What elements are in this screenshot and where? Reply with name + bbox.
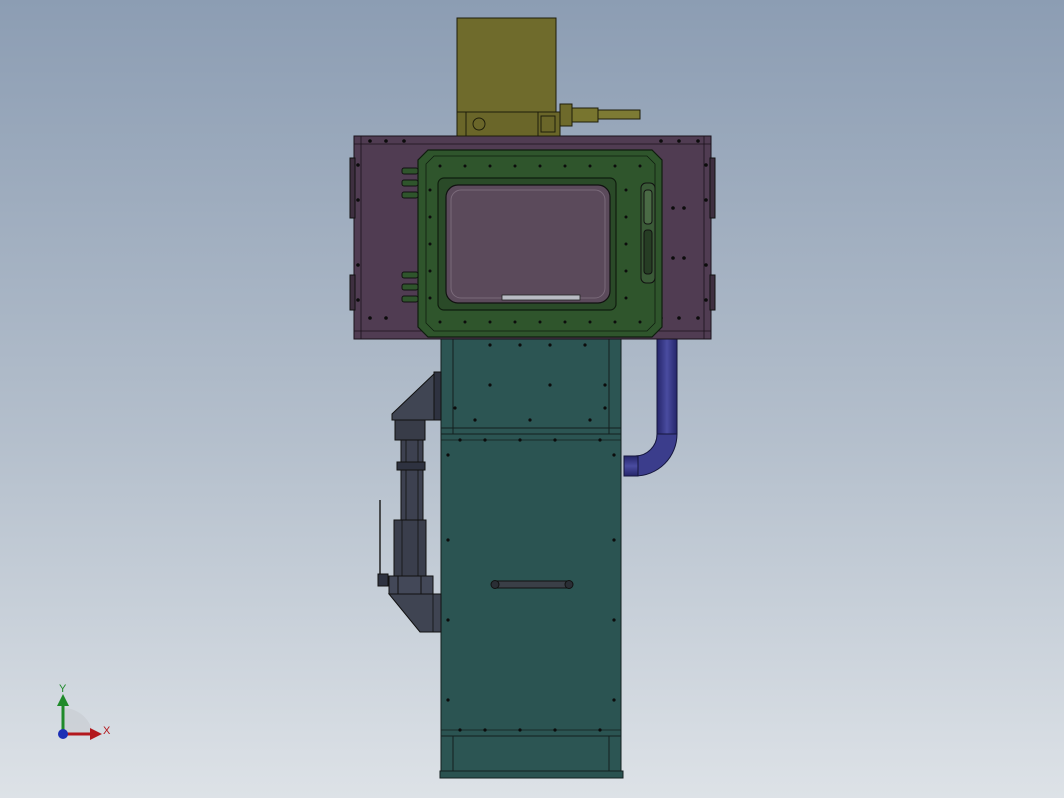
y-axis-label: Y	[59, 683, 67, 695]
bolt	[603, 406, 607, 410]
lower-column[interactable]	[439, 337, 624, 779]
bolt	[438, 164, 442, 168]
bolt	[356, 198, 360, 202]
bolt	[548, 343, 552, 347]
bolt	[704, 263, 708, 267]
bolt	[588, 418, 592, 422]
bolt	[624, 188, 628, 192]
bolt	[483, 438, 487, 442]
cad-model-drawing: Y X	[57, 17, 716, 779]
bolt	[446, 698, 450, 702]
column-handle[interactable]	[490, 580, 574, 589]
bolt	[613, 164, 617, 168]
bolt	[638, 320, 642, 324]
door-latch[interactable]	[640, 182, 656, 284]
bolt	[603, 383, 607, 387]
motor-shaft	[559, 103, 641, 127]
bolt	[384, 316, 388, 320]
bolt	[612, 538, 616, 542]
bolt	[438, 320, 442, 324]
bolt	[518, 343, 522, 347]
bolt	[483, 728, 487, 732]
bolt	[368, 316, 372, 320]
bolt	[488, 164, 492, 168]
bolt	[638, 164, 642, 168]
bolt	[704, 163, 708, 167]
bolt	[659, 139, 663, 143]
bolt	[563, 164, 567, 168]
bolt	[513, 164, 517, 168]
bolt	[458, 728, 462, 732]
bolt	[624, 242, 628, 246]
bolt	[463, 320, 467, 324]
bolt	[548, 383, 552, 387]
bolt	[696, 139, 700, 143]
bolt	[428, 188, 432, 192]
bolt	[513, 320, 517, 324]
bolt	[563, 320, 567, 324]
bolt	[446, 538, 450, 542]
bolt	[588, 164, 592, 168]
bolt	[671, 256, 675, 260]
bolt	[428, 242, 432, 246]
bolt	[624, 269, 628, 273]
bolt	[384, 139, 388, 143]
bolt	[538, 320, 542, 324]
bolt	[428, 215, 432, 219]
bolt	[446, 453, 450, 457]
coolant-pipe[interactable]	[623, 337, 678, 477]
bolt	[368, 139, 372, 143]
bolt	[583, 343, 587, 347]
bolt	[696, 316, 700, 320]
x-axis-label: X	[103, 725, 111, 737]
bolt	[453, 406, 457, 410]
bolt	[677, 139, 681, 143]
bolt	[624, 215, 628, 219]
bolt	[624, 296, 628, 300]
bolt	[356, 298, 360, 302]
bolt	[356, 163, 360, 167]
bolt	[682, 206, 686, 210]
bolt	[488, 383, 492, 387]
bolt	[518, 438, 522, 442]
bolt	[488, 343, 492, 347]
viewing-window[interactable]	[445, 184, 611, 304]
bolt	[682, 256, 686, 260]
bolt	[677, 316, 681, 320]
bolt	[612, 698, 616, 702]
side-arm-assembly[interactable]	[377, 371, 442, 633]
bolt	[598, 728, 602, 732]
bolt	[588, 320, 592, 324]
gear-motor[interactable]	[456, 17, 561, 137]
bolt	[553, 728, 557, 732]
bolt	[671, 206, 675, 210]
cad-viewport[interactable]: Y X	[0, 0, 1064, 798]
bolt	[612, 618, 616, 622]
bolt	[402, 139, 406, 143]
bolt	[473, 418, 477, 422]
bolt	[704, 198, 708, 202]
bolt	[553, 438, 557, 442]
bolt	[458, 438, 462, 442]
bolt	[612, 453, 616, 457]
bolt	[356, 263, 360, 267]
bolt	[613, 320, 617, 324]
bolt	[598, 438, 602, 442]
bolt	[428, 296, 432, 300]
bolt	[463, 164, 467, 168]
axis-triad[interactable]: Y X	[57, 683, 111, 740]
bolt	[488, 320, 492, 324]
bolt	[538, 164, 542, 168]
bolt	[528, 418, 532, 422]
bolt	[428, 269, 432, 273]
bolt	[704, 298, 708, 302]
bolt	[518, 728, 522, 732]
bolt	[446, 618, 450, 622]
